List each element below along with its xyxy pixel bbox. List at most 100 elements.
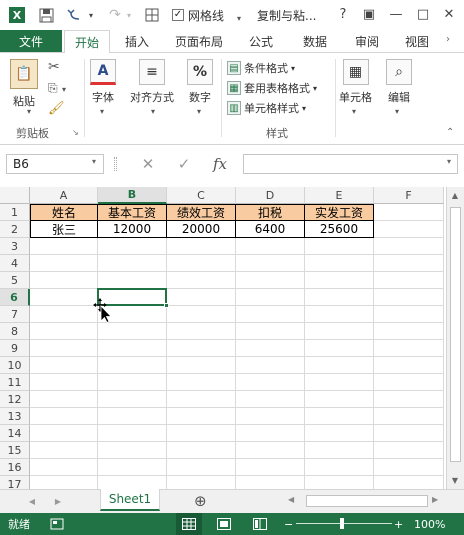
cell-E14[interactable] [305,425,374,442]
cell-D3[interactable] [236,238,305,255]
cell-D8[interactable] [236,323,305,340]
editing-button[interactable]: ⌕ 编辑 [386,59,412,105]
tab-home[interactable]: 开始 [64,30,110,53]
font-button[interactable]: A 字体 [90,59,116,105]
zoom-slider-thumb[interactable] [340,518,344,529]
cell-A6[interactable] [30,289,98,306]
cell-A5[interactable] [30,272,98,289]
cell-A7[interactable] [30,306,98,323]
cell-E10[interactable] [305,357,374,374]
normal-view-icon[interactable] [176,513,202,535]
cell-B1[interactable]: 基本工资 [98,204,167,221]
row-header[interactable]: 13 [0,408,30,425]
row-header[interactable]: 7 [0,306,30,323]
cell-F12[interactable] [374,391,444,408]
cell-F11[interactable] [374,374,444,391]
cell-D16[interactable] [236,459,305,476]
fill-handle[interactable] [164,303,169,308]
formula-input[interactable] [243,154,458,174]
cell-E2[interactable]: 25600 [305,221,374,238]
cell-E16[interactable] [305,459,374,476]
cell-A17[interactable] [30,476,98,489]
cell-C13[interactable] [167,408,236,425]
cell-D15[interactable] [236,442,305,459]
cell-B4[interactable] [98,255,167,272]
cell-A10[interactable] [30,357,98,374]
cell-A13[interactable] [30,408,98,425]
number-button[interactable]: % 数字 [187,59,213,105]
scroll-up-icon[interactable]: ▲ [447,187,463,203]
help-button[interactable]: ? [332,4,354,24]
cell-F3[interactable] [374,238,444,255]
cell-E15[interactable] [305,442,374,459]
tab-data[interactable]: 数据 [290,30,340,52]
qat-customize-icon[interactable]: ▾ [237,14,241,23]
cell-F17[interactable] [374,476,444,489]
cell-C17[interactable] [167,476,236,489]
cells-button[interactable]: ▦ 单元格 [339,59,372,105]
column-header[interactable]: B [98,187,167,204]
cell-E5[interactable] [305,272,374,289]
editing-dropdown-icon[interactable]: ▾ [395,107,399,116]
tab-review[interactable]: 审阅 [342,30,392,52]
alignment-dropdown-icon[interactable]: ▾ [151,107,155,116]
save-icon[interactable] [36,6,56,24]
cut-icon[interactable]: ✂ [48,59,60,75]
cell-E7[interactable] [305,306,374,323]
tab-view[interactable]: 视图 [392,30,442,52]
cell-C9[interactable] [167,340,236,357]
ribbon-display-button[interactable]: ▣ [358,4,380,24]
insert-function-icon[interactable]: fx [207,154,233,174]
cell-A12[interactable] [30,391,98,408]
cell-B16[interactable] [98,459,167,476]
cell-F7[interactable] [374,306,444,323]
cell-A4[interactable] [30,255,98,272]
column-header[interactable]: F [374,187,444,204]
ribbon-scroll-right-icon[interactable]: › [446,34,456,50]
cell-B9[interactable] [98,340,167,357]
row-header[interactable]: 2 [0,221,30,238]
row-header[interactable]: 11 [0,374,30,391]
resize-handle[interactable] [114,157,117,171]
cell-A11[interactable] [30,374,98,391]
cell-D9[interactable] [236,340,305,357]
enter-icon[interactable]: ✓ [172,154,196,174]
cell-B11[interactable] [98,374,167,391]
cell-F6[interactable] [374,289,444,306]
row-header[interactable]: 15 [0,442,30,459]
vertical-scroll-thumb[interactable] [450,207,461,462]
page-layout-view-icon[interactable] [214,513,234,535]
cell-A14[interactable] [30,425,98,442]
vertical-scrollbar[interactable]: ▲ ▼ [446,187,464,489]
cell-F15[interactable] [374,442,444,459]
hscroll-right-icon[interactable]: ▶ [432,495,438,504]
cell-F10[interactable] [374,357,444,374]
cell-E12[interactable] [305,391,374,408]
paste-dropdown-icon[interactable]: ▾ [27,107,31,116]
cell-C12[interactable] [167,391,236,408]
macro-record-icon[interactable] [50,513,64,535]
cell-E4[interactable] [305,255,374,272]
cell-F8[interactable] [374,323,444,340]
cell-D10[interactable] [236,357,305,374]
cell-F4[interactable] [374,255,444,272]
cell-B13[interactable] [98,408,167,425]
cell-D13[interactable] [236,408,305,425]
cell-B5[interactable] [98,272,167,289]
collapse-ribbon-icon[interactable]: ⌃ [446,127,454,138]
redo-dropdown-icon[interactable]: ▾ [124,6,134,24]
row-header[interactable]: 16 [0,459,30,476]
cell-C1[interactable]: 绩效工资 [167,204,236,221]
cell-C11[interactable] [167,374,236,391]
zoom-in-icon[interactable]: + [394,513,403,535]
worksheet-grid[interactable]: ABCDEF 1 2 3 4 5 6 7 8 9 10 11 12 13 14 15 16 17 姓名 基本工资绩… [0,187,446,489]
tab-insert[interactable]: 插入 [112,30,162,52]
sheet-tab-sheet1[interactable]: Sheet1 [100,489,160,511]
cell-C3[interactable] [167,238,236,255]
cancel-icon[interactable]: ✕ [136,154,160,174]
cell-B14[interactable] [98,425,167,442]
restore-button[interactable]: □ [412,4,434,24]
cell-B10[interactable] [98,357,167,374]
conditional-format-button[interactable]: ▤ 条件格式 ▾ [227,59,317,77]
alignment-button[interactable]: ≡ 对齐方式 [130,59,174,105]
